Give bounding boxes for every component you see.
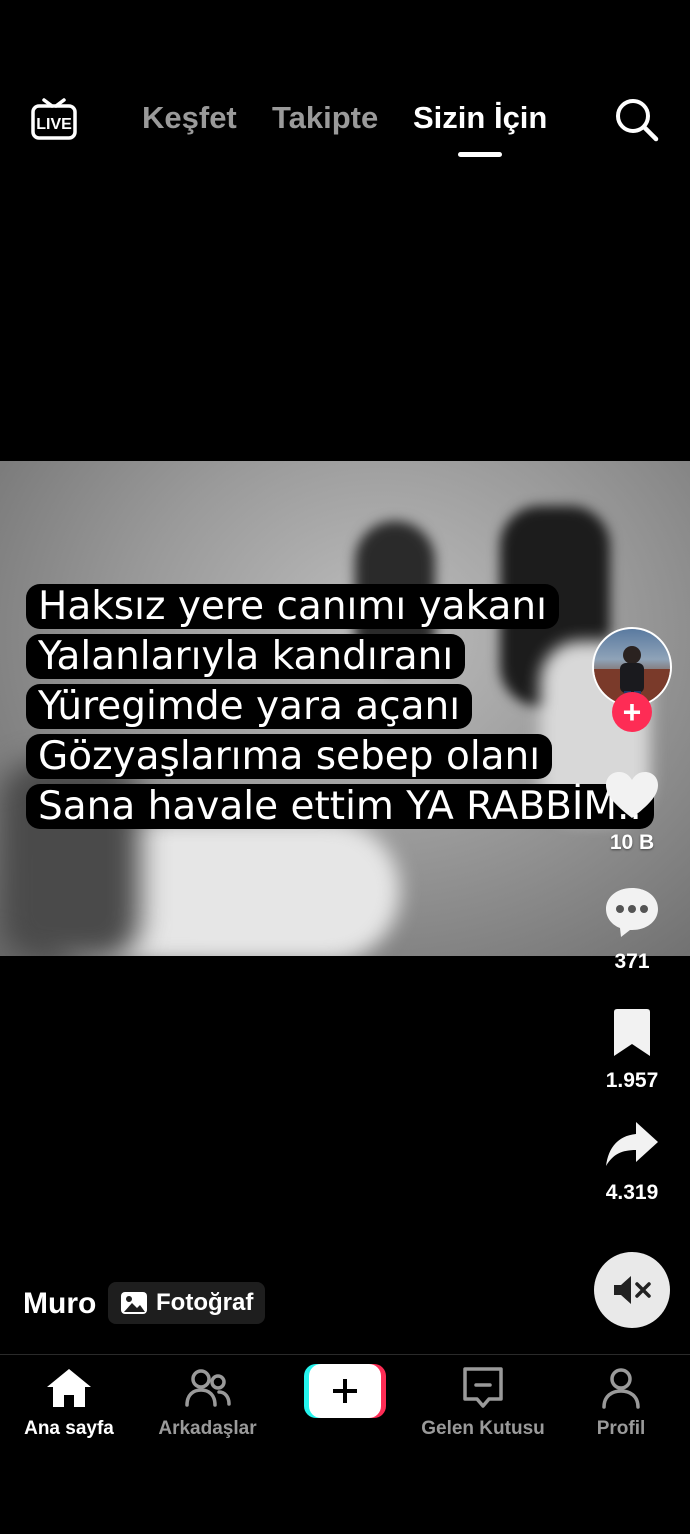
active-tab-indicator: [458, 152, 502, 157]
search-button[interactable]: [612, 95, 660, 143]
plus-icon: [304, 1364, 386, 1418]
caption-line: Sana havale ettim YA RABBİM..: [26, 782, 666, 832]
comment-icon: [606, 888, 658, 937]
svg-text:LIVE: LIVE: [36, 116, 72, 133]
profile-icon: [602, 1368, 640, 1409]
like-count: 10 B: [609, 831, 655, 854]
mute-button[interactable]: [594, 1252, 670, 1328]
nav-friends[interactable]: Arkadaşlar: [150, 1367, 265, 1440]
mute-icon: [614, 1276, 651, 1304]
live-button[interactable]: LIVE: [30, 94, 78, 142]
nav-profile[interactable]: Profil: [585, 1367, 657, 1440]
nav-inbox-label: Gelen Kutusu: [421, 1418, 545, 1439]
search-icon: [616, 99, 659, 142]
share-icon: [606, 1122, 658, 1166]
friends-icon: [184, 1369, 231, 1407]
live-icon: LIVE: [31, 98, 77, 140]
follow-button[interactable]: +: [612, 692, 652, 732]
caption-line: Gözyaşlarıma sebep olanı: [26, 732, 666, 782]
like-button[interactable]: 10 B: [588, 770, 676, 855]
save-count: 1.957: [605, 1069, 659, 1092]
nav-home-label: Ana sayfa: [24, 1418, 114, 1439]
nav-home[interactable]: Ana sayfa: [14, 1367, 124, 1440]
heart-icon: [606, 772, 658, 818]
tab-explore[interactable]: Keşfet: [142, 98, 237, 138]
comment-button[interactable]: 371: [588, 885, 676, 974]
post-caption: Haksız yere canımı yakanı Yalanlarıyla k…: [26, 582, 666, 832]
caption-line: Yüregimde yara açanı: [26, 682, 666, 732]
share-count: 4.319: [605, 1181, 659, 1204]
tab-following[interactable]: Takipte: [272, 98, 378, 138]
tab-for-you[interactable]: Sizin İçin: [413, 98, 547, 138]
nav-profile-label: Profil: [596, 1418, 646, 1439]
photo-badge-label: Fotoğraf: [156, 1289, 254, 1316]
nav-inbox[interactable]: Gelen Kutusu: [412, 1367, 554, 1440]
inbox-icon: [463, 1367, 503, 1408]
share-button[interactable]: 4.319: [588, 1120, 676, 1205]
plus-icon: +: [622, 694, 642, 730]
comment-count: 371: [614, 950, 650, 973]
author-name[interactable]: Muro: [23, 1284, 96, 1324]
photo-badge[interactable]: Fotoğraf: [108, 1282, 266, 1324]
nav-friends-label: Arkadaşlar: [158, 1418, 257, 1439]
create-button[interactable]: [304, 1364, 386, 1418]
bookmark-icon: [614, 1009, 650, 1056]
caption-line: Haksız yere canımı yakanı: [26, 582, 666, 632]
photo-icon: [121, 1292, 147, 1314]
save-button[interactable]: 1.957: [588, 1008, 676, 1093]
caption-line: Yalanlarıyla kandıranı: [26, 632, 666, 682]
home-icon: [47, 1369, 91, 1407]
